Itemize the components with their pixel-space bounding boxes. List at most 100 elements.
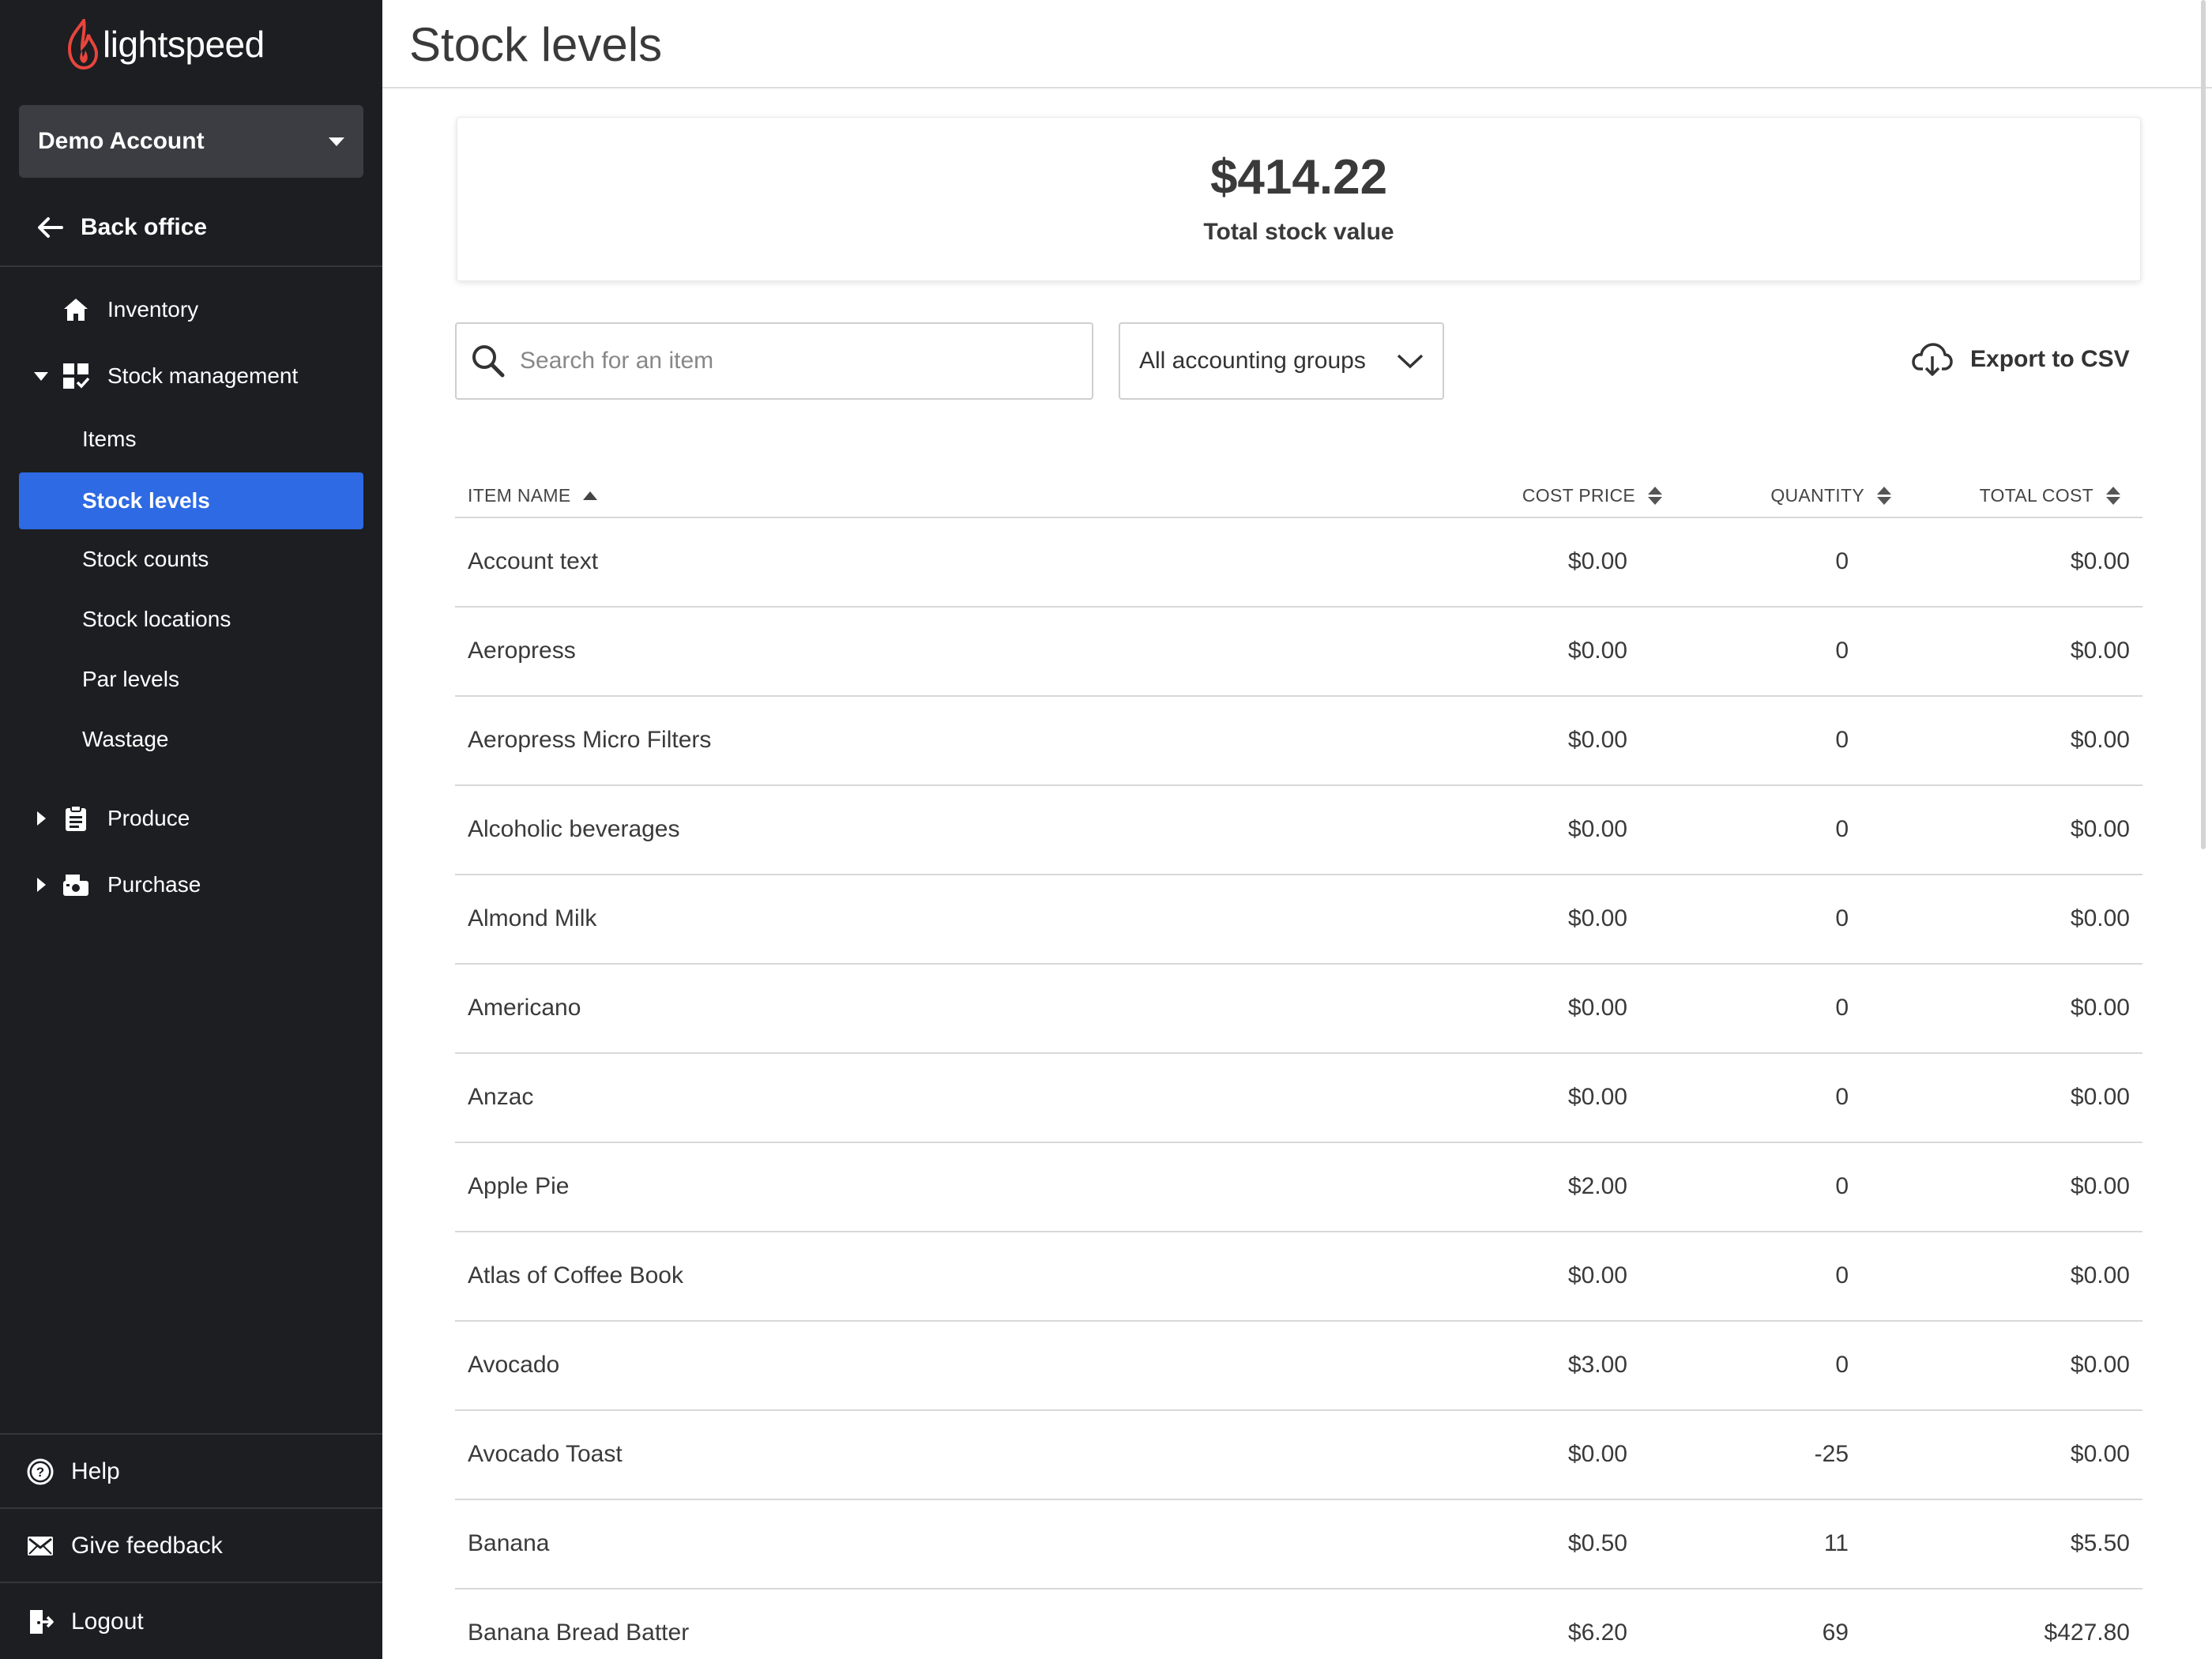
total-cost-cell: $0.00 [2070, 1262, 2130, 1288]
table-row[interactable]: Avocado $3.00 0 $0.00 [455, 1322, 2142, 1411]
give-feedback-label: Give feedback [71, 1533, 223, 1559]
sidebar-subitem-items[interactable]: Items [19, 411, 363, 468]
dashboard-check-icon [62, 362, 90, 390]
sidebar-item-label: Stock management [107, 363, 299, 388]
sidebar-item-stock-management[interactable]: Stock management [0, 348, 382, 404]
account-switcher[interactable]: Demo Account [19, 105, 363, 178]
export-csv-label: Export to CSV [1970, 346, 2130, 372]
quantity-cell: 0 [1835, 548, 1849, 574]
export-csv-button[interactable]: Export to CSV [1912, 332, 2130, 387]
table-row[interactable]: Anzac $0.00 0 $0.00 [455, 1054, 2142, 1143]
cash-register-icon [62, 871, 90, 899]
sort-icon [2106, 487, 2120, 505]
item-name-cell: Americano [468, 995, 581, 1021]
item-name-cell: Account text [468, 548, 599, 574]
total-cost-cell: $0.00 [2070, 1441, 2130, 1467]
logo-text: lightspeed [103, 24, 265, 65]
cost-price-cell: $0.00 [1567, 995, 1627, 1021]
help-circle-icon: ? [27, 1458, 54, 1485]
table-row[interactable]: Almond Milk $0.00 0 $0.00 [455, 875, 2142, 965]
accounting-group-select[interactable]: All accounting groups [1119, 322, 1444, 400]
total-cost-cell: $427.80 [2044, 1620, 2130, 1646]
quantity-cell: -25 [1814, 1441, 1849, 1467]
item-name-cell: Banana Bread Batter [468, 1620, 690, 1646]
table-row[interactable]: Atlas of Coffee Book $0.00 0 $0.00 [455, 1232, 2142, 1322]
stock-levels-table: ITEM NAME COST PRICE QUANTITY TOTAL COST… [455, 474, 2142, 1659]
total-cost-cell: $0.00 [2070, 548, 2130, 574]
sort-ascending-icon [583, 491, 598, 500]
table-row[interactable]: Alcoholic beverages $0.00 0 $0.00 [455, 786, 2142, 875]
item-name-cell: Anzac [468, 1084, 534, 1110]
total-cost-cell: $5.50 [2070, 1530, 2130, 1556]
sidebar-item-produce[interactable]: Produce [0, 790, 382, 847]
give-feedback-link[interactable]: Give feedback [0, 1509, 382, 1583]
total-stock-value-label: Total stock value [1203, 219, 1394, 245]
quantity-cell: 0 [1835, 995, 1849, 1021]
sort-icon [1648, 487, 1662, 505]
help-link[interactable]: ? Help [0, 1435, 382, 1509]
sidebar-subitem-par-levels[interactable]: Par levels [19, 651, 363, 708]
vertical-scrollbar[interactable] [2201, 0, 2206, 849]
table-row[interactable]: Aeropress Micro Filters $0.00 0 $0.00 [455, 697, 2142, 786]
quantity-cell: 0 [1835, 1173, 1849, 1199]
home-icon [62, 295, 90, 324]
item-name-cell: Banana [468, 1530, 550, 1556]
sidebar-item-inventory[interactable]: Inventory [0, 281, 382, 338]
sidebar-subitem-stock-levels[interactable]: Stock levels [19, 472, 363, 529]
cost-price-cell: $0.00 [1567, 548, 1627, 574]
column-header-cost-price[interactable]: COST PRICE [1522, 485, 1662, 506]
total-cost-cell: $0.00 [2070, 1352, 2130, 1378]
lightspeed-flame-icon [67, 19, 99, 70]
search-icon [472, 345, 505, 378]
total-cost-cell: $0.00 [2070, 638, 2130, 664]
sidebar-item-label: Purchase [107, 872, 201, 897]
table-row[interactable]: Account text $0.00 0 $0.00 [455, 518, 2142, 608]
table-row[interactable]: Avocado Toast $0.00 -25 $0.00 [455, 1411, 2142, 1500]
caret-down-icon [329, 137, 344, 146]
cost-price-cell: $2.00 [1567, 1173, 1627, 1199]
sidebar-divider [0, 1582, 382, 1583]
quantity-cell: 0 [1835, 1352, 1849, 1378]
sidebar-item-label: Produce [107, 806, 190, 830]
sidebar: lightspeed Demo Account Back office Inve… [0, 0, 382, 1659]
column-header-item-name[interactable]: ITEM NAME [468, 485, 598, 506]
total-cost-cell: $0.00 [2070, 995, 2130, 1021]
table-row[interactable]: Banana $0.50 11 $5.50 [455, 1500, 2142, 1589]
total-cost-cell: $0.00 [2070, 727, 2130, 753]
cost-price-cell: $0.00 [1567, 1441, 1627, 1467]
back-office-label: Back office [81, 214, 208, 240]
sidebar-subitem-stock-counts[interactable]: Stock counts [19, 531, 363, 588]
sidebar-subitem-stock-locations[interactable]: Stock locations [19, 591, 363, 648]
column-header-quantity[interactable]: QUANTITY [1770, 485, 1891, 506]
quantity-cell: 0 [1835, 1084, 1849, 1110]
accounting-group-value: All accounting groups [1139, 348, 1366, 374]
table-row[interactable]: Americano $0.00 0 $0.00 [455, 965, 2142, 1054]
total-cost-cell: $0.00 [2070, 905, 2130, 931]
chevron-down-icon [34, 371, 48, 381]
column-header-label: ITEM NAME [468, 485, 571, 506]
column-header-total-cost[interactable]: TOTAL COST [1980, 485, 2120, 506]
sidebar-subitem-wastage[interactable]: Wastage [19, 711, 363, 768]
item-name-cell: Almond Milk [468, 905, 597, 931]
logo[interactable]: lightspeed [65, 16, 265, 73]
svg-text:?: ? [36, 1465, 44, 1480]
logout-link[interactable]: Logout [0, 1585, 382, 1659]
table-row[interactable]: Aeropress $0.00 0 $0.00 [455, 608, 2142, 697]
table-header: ITEM NAME COST PRICE QUANTITY TOTAL COST [455, 474, 2142, 518]
page-title: Stock levels [409, 18, 663, 71]
item-name-cell: Avocado Toast [468, 1441, 623, 1467]
back-office-link[interactable]: Back office [0, 188, 382, 267]
quantity-cell: 0 [1835, 816, 1849, 842]
quantity-cell: 0 [1835, 1262, 1849, 1288]
item-name-cell: Avocado [468, 1352, 560, 1378]
cloud-download-icon [1912, 343, 1953, 376]
search-box[interactable] [455, 322, 1093, 400]
table-row[interactable]: Banana Bread Batter $6.20 69 $427.80 [455, 1589, 2142, 1659]
stock-value-card: $414.22 Total stock value [457, 117, 2141, 281]
table-row[interactable]: Apple Pie $2.00 0 $0.00 [455, 1143, 2142, 1232]
cost-price-cell: $3.00 [1567, 1352, 1627, 1378]
logout-door-icon [30, 1610, 54, 1634]
sidebar-item-purchase[interactable]: Purchase [0, 856, 382, 913]
account-name: Demo Account [38, 128, 205, 154]
search-input[interactable] [520, 348, 1073, 374]
